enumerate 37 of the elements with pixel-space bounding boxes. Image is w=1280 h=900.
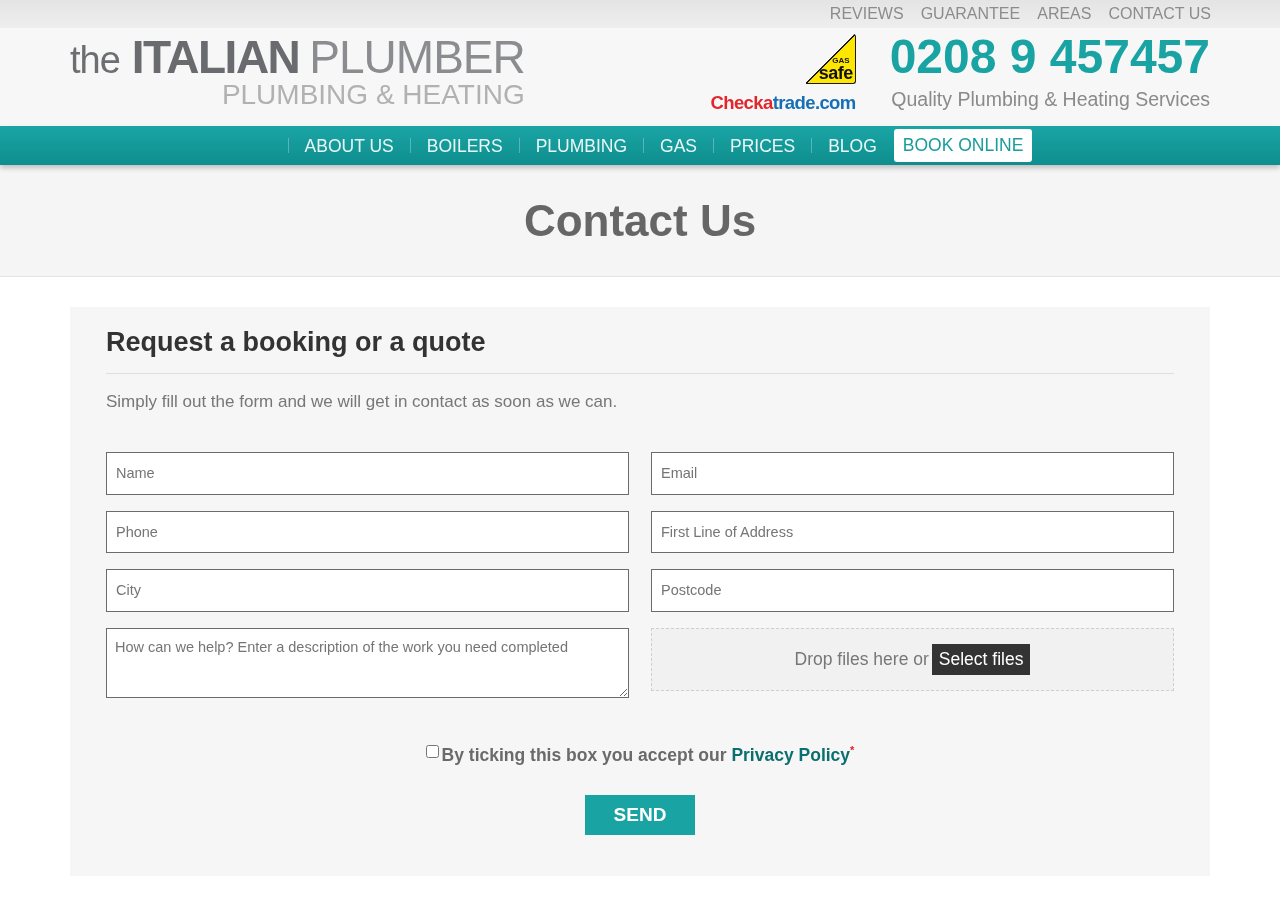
logo-small-text: GAS — [832, 57, 850, 65]
file-drop-zone[interactable]: Drop files here or Select files — [651, 627, 1174, 691]
consent-label: By ticking this box you accept our Privacy Policy$^{*}$ — [441, 742, 855, 767]
logo-text: PLUMBER — [309, 34, 525, 80]
logo-text: safe — [818, 65, 853, 82]
logo-text: the — [70, 41, 120, 79]
logo-tagline: PLUMBING & HEATING — [221, 81, 525, 109]
book-online-button[interactable]: BOOK ONLINE — [893, 129, 1033, 162]
nav-link[interactable]: GAS — [644, 134, 713, 157]
send-button[interactable]: SEND — [585, 795, 695, 836]
message-field[interactable]: How can we help? Enter a description of the work you need completed — [106, 627, 629, 698]
phone-number: 0208 9 457457 — [889, 29, 1210, 81]
checkatrade-logo: Checkatrade.com — [710, 92, 856, 114]
top-nav-link[interactable]: CONTACT US — [1108, 4, 1211, 24]
input-field[interactable]: Postcode — [651, 569, 1174, 612]
input-field[interactable]: Name — [106, 452, 629, 495]
top-nav-link[interactable]: GUARANTEE — [920, 4, 1021, 24]
input-field[interactable]: Phone — [106, 510, 629, 553]
form-intro: Simply fill out the form and we will get in contact as soon as we can. — [106, 391, 619, 413]
top-nav-link[interactable]: AREAS — [1037, 4, 1092, 24]
header-tagline: Quality Plumbing & Heating Services — [891, 87, 1210, 111]
form-title: Request a booking or a quote — [106, 324, 1174, 374]
nav-link[interactable]: BLOG — [812, 134, 893, 157]
nav-link[interactable]: BOILERS — [410, 134, 519, 157]
top-nav-link[interactable]: REVIEWS — [829, 4, 904, 24]
consent-checkbox[interactable] — [425, 745, 439, 759]
page-title: Contact Us — [523, 194, 757, 247]
input-field[interactable]: Email — [651, 452, 1174, 495]
nav-link[interactable]: PLUMBING — [519, 134, 644, 157]
drop-zone-text: Drop files here or — [794, 648, 929, 670]
nav-link[interactable]: PRICES — [714, 134, 812, 157]
privacy-policy-link[interactable]: Privacy Policy — [731, 744, 851, 765]
select-files-button[interactable]: Select files — [931, 643, 1031, 675]
input-field[interactable]: City — [106, 569, 629, 612]
nav-link[interactable]: ABOUT US — [288, 134, 410, 157]
input-field[interactable]: First Line of Address — [651, 510, 1174, 553]
logo-text: ITALIAN — [131, 34, 300, 80]
